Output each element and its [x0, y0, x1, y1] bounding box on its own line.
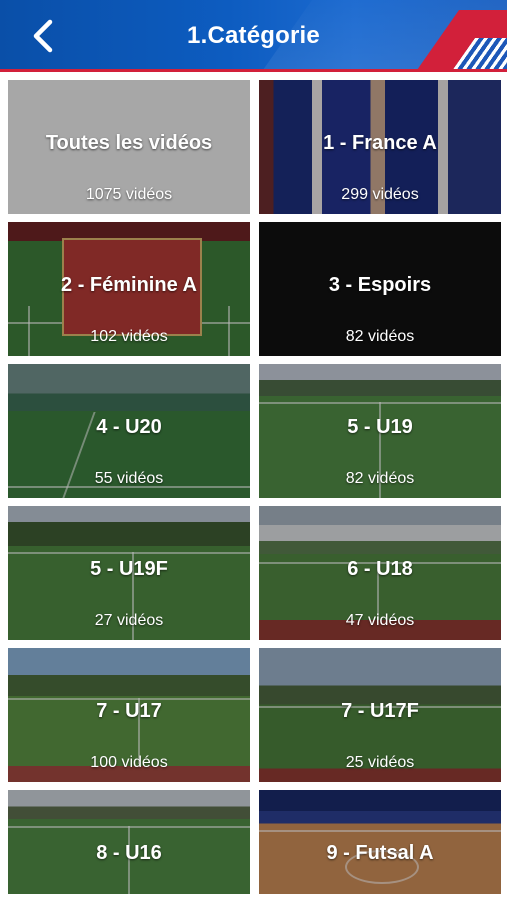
back-button[interactable]: [26, 16, 60, 56]
category-name: 4 - U20: [96, 416, 162, 438]
category-tile-u17[interactable]: 7 - U17 100 vidéos: [8, 648, 250, 782]
category-name: 5 - U19F: [90, 558, 168, 580]
category-tile-all[interactable]: Toutes les vidéos 1075 vidéos: [8, 80, 250, 214]
category-count: 82 vidéos: [345, 470, 415, 487]
category-count: 55 vidéos: [94, 470, 164, 487]
category-name: 5 - U19: [347, 416, 413, 438]
category-tile-espoirs[interactable]: 3 - Espoirs 82 vidéos: [259, 222, 501, 356]
category-name: 2 - Féminine A: [61, 274, 197, 296]
category-tile-u20[interactable]: 4 - U20 55 vidéos: [8, 364, 250, 498]
category-tile-futsal-a[interactable]: 9 - Futsal A: [259, 790, 501, 894]
category-grid: Toutes les vidéos 1075 vidéos 1 - France…: [8, 80, 501, 894]
app-header: 1.Catégorie: [0, 0, 507, 72]
category-tile-u17f[interactable]: 7 - U17F 25 vidéos: [259, 648, 501, 782]
category-tile-feminine-a[interactable]: 2 - Féminine A 102 vidéos: [8, 222, 250, 356]
category-count: 102 vidéos: [90, 328, 168, 345]
category-name: 3 - Espoirs: [328, 274, 432, 296]
category-count: 25 vidéos: [345, 754, 415, 771]
category-name: 7 - U17: [96, 700, 162, 722]
category-tile-u16[interactable]: 8 - U16: [8, 790, 250, 894]
category-count: 299 vidéos: [341, 186, 419, 203]
category-count: 47 vidéos: [345, 612, 415, 629]
category-tile-france-a[interactable]: 1 - France A 299 vidéos: [259, 80, 501, 214]
category-name: 9 - Futsal A: [326, 842, 434, 864]
category-count: 1075 vidéos: [85, 186, 173, 203]
category-name: 8 - U16: [96, 842, 162, 864]
category-tile-u19[interactable]: 5 - U19 82 vidéos: [259, 364, 501, 498]
category-name: 6 - U18: [347, 558, 413, 580]
page-title: 1.Catégorie: [187, 22, 320, 49]
category-tile-u18[interactable]: 6 - U18 47 vidéos: [259, 506, 501, 640]
category-count: 82 vidéos: [345, 328, 415, 345]
chevron-left-icon: [33, 19, 53, 53]
category-count: 27 vidéos: [94, 612, 164, 629]
category-name: Toutes les vidéos: [45, 132, 213, 154]
category-tile-u19f[interactable]: 5 - U19F 27 vidéos: [8, 506, 250, 640]
category-count: 100 vidéos: [90, 754, 168, 771]
category-name: 7 - U17F: [341, 700, 419, 722]
category-name: 1 - France A: [323, 132, 437, 154]
